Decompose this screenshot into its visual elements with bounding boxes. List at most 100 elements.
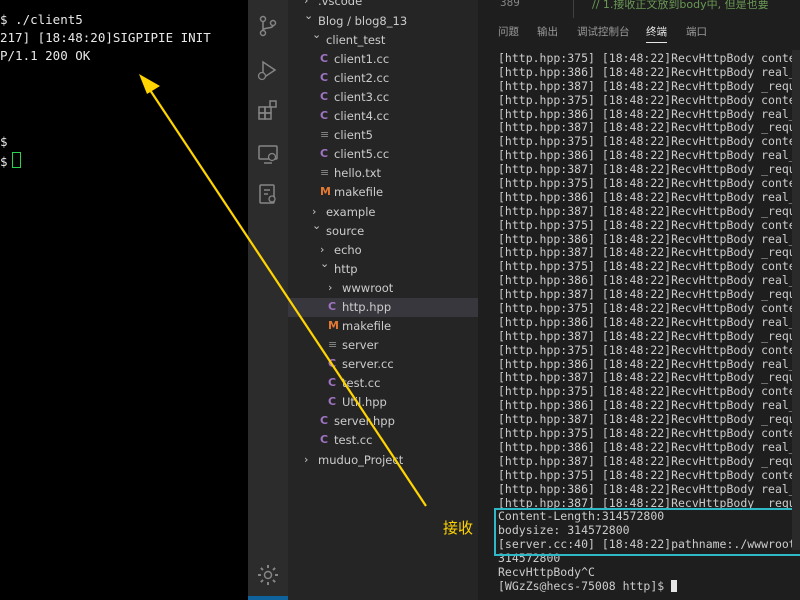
gear-icon[interactable] bbox=[256, 563, 280, 587]
explorer-item-label: example bbox=[326, 205, 376, 219]
chevron-right-icon: › bbox=[304, 453, 309, 466]
plain-file-icon: ≡ bbox=[328, 338, 338, 351]
cpp-file-icon: C bbox=[320, 71, 329, 84]
explorer-item-client1-cc[interactable]: Cclient1.cc bbox=[288, 50, 478, 69]
terminal-line: [http.hpp:386] [18:48:22]RecvHttpBody re… bbox=[498, 356, 800, 371]
tab-output[interactable]: 输出 bbox=[537, 24, 558, 39]
explorer-item-test-cc[interactable]: Ctest.cc bbox=[288, 431, 478, 450]
editor-peek: 389 // 1.接收正文放到body中, 但是也要 bbox=[478, 0, 800, 18]
chevron-down-icon: ⌄ bbox=[304, 9, 314, 22]
terminal-line: [http.hpp:375] [18:48:22]RecvHttpBody co… bbox=[498, 92, 800, 107]
terminal-line: [http.hpp:386] [18:48:22]RecvHttpBody re… bbox=[498, 231, 800, 246]
file-explorer: › .vscode ⌄ Blog / blog8_13 ⌄ client_test Ccli… bbox=[288, 0, 478, 600]
explorer-item-label: client5 bbox=[334, 128, 373, 142]
explorer-item-label: server.cc bbox=[342, 357, 394, 371]
explorer-item-makefile[interactable]: Mmakefile bbox=[288, 183, 478, 202]
activity-bar bbox=[248, 0, 288, 600]
cpp-file-icon: C bbox=[328, 395, 337, 408]
explorer-item-server-hpp[interactable]: Cserver.hpp bbox=[288, 412, 478, 431]
chevron-right-icon: › bbox=[312, 205, 317, 218]
terminal-line: [http.hpp:387] [18:48:22]RecvHttpBody _r… bbox=[498, 162, 800, 177]
explorer-item-label: makefile bbox=[342, 319, 392, 333]
terminal-line: [http.hpp:375] [18:48:22]RecvHttpBody co… bbox=[498, 259, 800, 274]
terminal-line: [http.hpp:375] [18:48:22]RecvHttpBody co… bbox=[498, 384, 800, 399]
client-terminal[interactable]: $ ./client5 217] [18:48:20]SIGPIPIE INIT… bbox=[0, 0, 248, 600]
explorer-item-label: test.cc bbox=[342, 376, 381, 390]
explorer-item-source[interactable]: ⌄ source bbox=[288, 219, 478, 241]
tab-terminal[interactable]: 终端 bbox=[646, 24, 667, 43]
terminal-line: [http.hpp:375] [18:48:22]RecvHttpBody co… bbox=[498, 134, 800, 149]
terminal-line: [http.hpp:387] [18:48:22]RecvHttpBody _r… bbox=[498, 203, 800, 218]
explorer-item-hello-txt[interactable]: ≡ hello.txt bbox=[288, 164, 478, 183]
explorer-item-client2-cc[interactable]: Cclient2.cc bbox=[288, 69, 478, 88]
explorer-item-util-hpp[interactable]: C Util.hpp bbox=[288, 393, 478, 412]
explorer-item-label: client2.cc bbox=[334, 71, 390, 85]
explorer-item-test-cc[interactable]: Ctest.cc bbox=[288, 374, 478, 393]
terminal-line: [http.hpp:386] [18:48:22]RecvHttpBody re… bbox=[498, 314, 800, 329]
terminal-line: [http.hpp:386] [18:48:22]RecvHttpBody re… bbox=[498, 481, 800, 496]
terminal-line: 217] [18:48:20]SIGPIPIE INIT bbox=[0, 30, 211, 45]
explorer-item-makefile[interactable]: Mmakefile bbox=[288, 317, 478, 336]
terminal-line: RecvHttpBody^C bbox=[498, 564, 595, 579]
scrollbar[interactable] bbox=[792, 50, 800, 550]
explorer-item-vscode[interactable]: › .vscode bbox=[288, 0, 478, 11]
explorer-item-label: server bbox=[342, 338, 379, 352]
explorer-item-echo[interactable]: › echo bbox=[288, 241, 478, 260]
makefile-icon: M bbox=[328, 319, 339, 332]
terminal-line: [http.hpp:375] [18:48:22]RecvHttpBody co… bbox=[498, 301, 800, 316]
cpp-file-icon: C bbox=[320, 414, 329, 427]
extensions-icon[interactable] bbox=[256, 98, 280, 122]
chevron-right-icon: › bbox=[328, 281, 333, 294]
terminal-line: [http.hpp:387] [18:48:22]RecvHttpBody _r… bbox=[498, 370, 800, 385]
cpp-file-icon: C bbox=[320, 147, 329, 160]
terminal-cursor bbox=[11, 152, 21, 168]
terminal-line: [WGzZs@hecs-75008 http]$ bbox=[498, 579, 800, 594]
tab-ports[interactable]: 端口 bbox=[686, 24, 707, 39]
explorer-item-label: server.hpp bbox=[334, 414, 395, 428]
terminal-line: [http.hpp:375] [18:48:22]RecvHttpBody co… bbox=[498, 426, 800, 441]
explorer-item-label: Util.hpp bbox=[342, 395, 387, 409]
explorer-item-http-hpp[interactable]: Chttp.hpp bbox=[288, 298, 478, 317]
explorer-item-server[interactable]: ≡ server bbox=[288, 336, 478, 355]
highlight-box bbox=[494, 508, 800, 556]
source-control-icon[interactable] bbox=[256, 14, 280, 38]
cpp-file-icon: C bbox=[328, 300, 337, 313]
terminal-line: [http.hpp:387] [18:48:22]RecvHttpBody _r… bbox=[498, 287, 800, 302]
run-debug-icon[interactable] bbox=[256, 58, 280, 82]
explorer-item-client5-cc[interactable]: Cclient5.cc bbox=[288, 145, 478, 164]
explorer-item-client5[interactable]: ≡ client5 bbox=[288, 126, 478, 145]
explorer-item-label: echo bbox=[334, 243, 362, 257]
explorer-item-label: http bbox=[334, 262, 358, 276]
explorer-item-http[interactable]: ⌄ http bbox=[288, 257, 478, 279]
plain-file-icon: ≡ bbox=[320, 128, 330, 141]
explorer-item-wwwroot[interactable]: › wwwroot bbox=[288, 279, 478, 298]
chevron-right-icon: › bbox=[320, 243, 325, 256]
explorer-item-label: muduo_Project bbox=[318, 453, 404, 467]
terminal-line: [http.hpp:387] [18:48:22]RecvHttpBody _r… bbox=[498, 245, 800, 260]
line-number: 389 bbox=[500, 0, 520, 9]
annotation-label: 接收 bbox=[443, 519, 474, 537]
tab-debug-console[interactable]: 调试控制台 bbox=[577, 24, 630, 39]
terminal-line: [http.hpp:387] [18:48:22]RecvHttpBody _r… bbox=[498, 78, 800, 93]
terminal-line: [http.hpp:375] [18:48:22]RecvHttpBody co… bbox=[498, 51, 800, 65]
explorer-item-label: wwwroot bbox=[342, 281, 394, 295]
explorer-item-client3-cc[interactable]: Cclient3.cc bbox=[288, 88, 478, 107]
remote-explorer-icon[interactable] bbox=[256, 142, 280, 166]
explorer-item-client-test[interactable]: ⌄ client_test bbox=[288, 28, 478, 50]
status-bar-fragment bbox=[248, 596, 288, 600]
terminal-line: [http.hpp:375] [18:48:22]RecvHttpBody co… bbox=[498, 176, 800, 191]
explorer-item-label: test.cc bbox=[334, 433, 373, 447]
terminal-line: [http.hpp:386] [18:48:22]RecvHttpBody re… bbox=[498, 106, 800, 121]
terminal-cursor bbox=[671, 579, 678, 592]
explorer-item-server-cc[interactable]: Cserver.cc bbox=[288, 355, 478, 374]
explorer-item-label: http.hpp bbox=[342, 300, 392, 314]
terminal-line: $ ./client5 bbox=[0, 12, 83, 27]
explorer-item-label: client_test bbox=[326, 33, 386, 47]
explorer-item-muduo-project[interactable]: › muduo_Project bbox=[288, 451, 478, 470]
terminal-line: [http.hpp:375] [18:48:22]RecvHttpBody co… bbox=[498, 342, 800, 357]
terminal-line: $ bbox=[0, 154, 8, 169]
tab-problems[interactable]: 问题 bbox=[498, 24, 519, 39]
explorer-item-client4-cc[interactable]: Cclient4.cc bbox=[288, 107, 478, 126]
testing-icon[interactable] bbox=[256, 182, 280, 206]
explorer-item-label: Blog / blog8_13 bbox=[318, 14, 408, 28]
